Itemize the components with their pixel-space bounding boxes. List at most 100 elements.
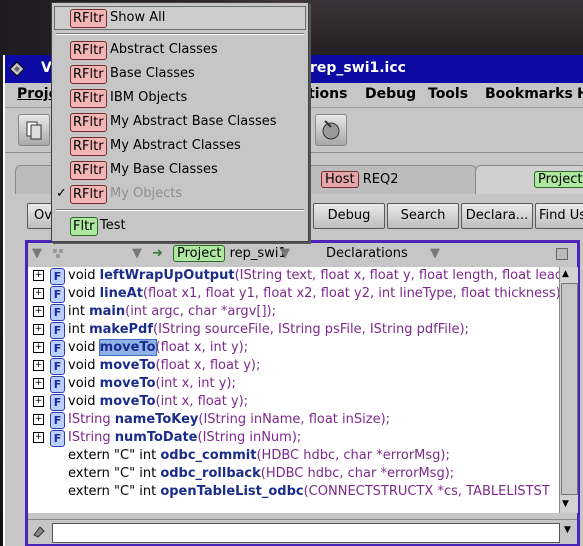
tab-host[interactable]: Host REQ2: [305, 165, 477, 194]
declaration-row[interactable]: + Fint main(int argc, char *argv[]);: [28, 303, 559, 321]
menu-help[interactable]: H: [577, 86, 583, 102]
function-name[interactable]: moveTo: [100, 358, 156, 373]
expand-icon[interactable]: +: [33, 342, 44, 353]
filter-menu-item[interactable]: RFltr My Abstract Classes: [52, 135, 308, 159]
scroll-down-icon[interactable]: ▼: [562, 499, 569, 509]
declaration-row[interactable]: + Fint makePdf(IString sourceFile, IStrin…: [28, 321, 559, 339]
filter-menu-item[interactable]: Fltr Test: [52, 215, 308, 239]
function-name[interactable]: moveTo: [98, 339, 157, 356]
filter-menu-label: IBM Objects: [110, 90, 188, 105]
declaration-row[interactable]: extern "C" int openTableList_odbc(CONNEC…: [28, 483, 559, 501]
function-params: (float x, float y);: [155, 358, 261, 373]
expand-icon[interactable]: +: [33, 270, 44, 281]
declaration-row[interactable]: + F IString numToDate(IString inNum);: [28, 429, 559, 447]
filter-popup-menu: RFltr Show All RFltr Abstract Classes RFltr B…: [51, 2, 309, 242]
declaration-row[interactable]: + Fvoid moveTo(int x, int y);: [28, 375, 559, 393]
filter-menu-item[interactable]: RFltr Base Classes: [52, 63, 308, 87]
menu-options[interactable]: tions: [308, 86, 347, 102]
vertical-scrollbar[interactable]: ▲ ▼: [559, 267, 578, 513]
toolbar-open-icon[interactable]: [18, 114, 50, 146]
return-type: int: [68, 322, 85, 337]
return-type: void: [68, 268, 96, 283]
header-dropdown-arrow2-icon[interactable]: ▼: [132, 246, 142, 261]
menu-debug[interactable]: Debug: [365, 86, 416, 102]
scroll-up-icon[interactable]: ▲: [562, 269, 569, 279]
function-params: (int x, float y);: [155, 394, 249, 409]
function-name[interactable]: numToDate: [115, 430, 198, 445]
system-menu-icon[interactable]: [9, 61, 25, 77]
declaration-row[interactable]: extern "C" int odbc_commit(HDBC hdbc, ch…: [28, 447, 559, 465]
function-name[interactable]: moveTo: [100, 394, 156, 409]
rfilter-badge: RFltr: [70, 89, 107, 108]
function-name[interactable]: leftWrapUpOutput: [100, 268, 235, 283]
filter-menu-label: Base Classes: [110, 66, 195, 81]
function-name[interactable]: odbc_commit: [160, 448, 256, 463]
menu-bookmarks[interactable]: Bookmarks: [485, 86, 573, 102]
window-title: rep_swi1.icc: [310, 60, 406, 76]
header-corner-icon[interactable]: [556, 248, 568, 260]
filter-menu-item[interactable]: RFltr Show All: [52, 7, 308, 31]
function-name[interactable]: openTableList_odbc: [160, 484, 303, 499]
scroll-thumb[interactable]: [561, 283, 578, 495]
debug-button[interactable]: Debug: [313, 203, 385, 229]
declaration-row[interactable]: + F IString nameToKey(IString inName, floa…: [28, 411, 559, 429]
function-name[interactable]: main: [89, 304, 125, 319]
declaration-row[interactable]: + Fvoid moveTo(int x, float y);: [28, 393, 559, 411]
function-name[interactable]: odbc_rollback: [160, 466, 260, 481]
declaration-row[interactable]: + Fvoid lineAt(float x1, float y1, float …: [28, 285, 559, 303]
declaration-text: void lineAt(float x1, float y1, float x2…: [68, 286, 559, 301]
tab-project[interactable]: Project: [475, 165, 583, 194]
expand-icon[interactable]: +: [33, 378, 44, 389]
declaration-text: void moveTo(int x, int y);: [68, 376, 236, 391]
view-dropdown-icon[interactable]: ▼: [430, 246, 440, 261]
expand-icon[interactable]: +: [33, 306, 44, 317]
declaration-row[interactable]: [28, 501, 559, 513]
function-name[interactable]: nameToKey: [115, 412, 199, 427]
editor-project-wrap[interactable]: Project rep_swi1: [173, 245, 287, 262]
find-uses-button[interactable]: Find Us: [535, 203, 583, 229]
project-dropdown-icon[interactable]: ▼: [280, 246, 290, 261]
header-dropdown-arrow-icon[interactable]: ▼: [32, 246, 42, 261]
function-icon: F: [50, 286, 65, 303]
command-dropdown-icon[interactable]: ▼: [564, 525, 571, 535]
expand-icon[interactable]: +: [33, 432, 44, 443]
command-input[interactable]: [52, 523, 560, 543]
function-name[interactable]: lineAt: [100, 286, 143, 301]
rfilter-badge: RFltr: [70, 9, 107, 28]
declaration-row[interactable]: + Fvoid moveTo(float x, int y);: [28, 339, 559, 357]
filter-menu-label: My Abstract Base Classes: [110, 114, 277, 129]
function-name[interactable]: moveTo: [100, 376, 156, 391]
return-type: void: [68, 286, 96, 301]
declaration-text: int makePdf(IString sourceFile, IString …: [68, 322, 469, 337]
filter-menu-item: ✓ RFltr My Objects: [52, 183, 308, 207]
host-name: REQ2: [362, 172, 399, 187]
expand-icon[interactable]: +: [33, 414, 44, 425]
menu-tools[interactable]: Tools: [428, 86, 468, 102]
function-icon: F: [50, 394, 65, 411]
filter-menu-item[interactable]: RFltr IBM Objects: [52, 87, 308, 111]
declaration-row[interactable]: extern "C" int odbc_rollback(HDBC hdbc, …: [28, 465, 559, 483]
filter-menu-item[interactable]: RFltr Abstract Classes: [52, 39, 308, 63]
view-name[interactable]: Declarations: [326, 246, 408, 261]
function-params: (IString inNum);: [197, 430, 302, 445]
function-params: (HDBC hdbc, char *errorMsg);: [256, 448, 450, 463]
search-button[interactable]: Search: [387, 203, 459, 229]
command-icon[interactable]: [32, 523, 48, 543]
return-type: IString: [68, 430, 111, 445]
filter-menu-item[interactable]: RFltr My Abstract Base Classes: [52, 111, 308, 135]
filter-menu-item[interactable]: RFltr My Base Classes: [52, 159, 308, 183]
tab-host-label-wrap: Host REQ2: [321, 171, 399, 188]
filter-icon[interactable]: [52, 245, 68, 265]
editor-project-tag: Project: [173, 245, 226, 262]
expand-icon[interactable]: +: [33, 288, 44, 299]
declaration-list: + Fvoid leftWrapUpOutput(IString text, fl…: [28, 267, 559, 513]
expand-icon[interactable]: +: [33, 324, 44, 335]
expand-icon[interactable]: +: [33, 396, 44, 407]
declaration-row[interactable]: + Fvoid leftWrapUpOutput(IString text, fl…: [28, 267, 559, 285]
toolbar-run-icon[interactable]: [315, 114, 347, 146]
declaration-row[interactable]: + Fvoid moveTo(float x, float y);: [28, 357, 559, 375]
function-icon: F: [50, 358, 65, 375]
expand-icon[interactable]: +: [33, 360, 44, 371]
function-name[interactable]: makePdf: [89, 322, 153, 337]
declarations-button[interactable]: Declara...: [461, 203, 533, 229]
